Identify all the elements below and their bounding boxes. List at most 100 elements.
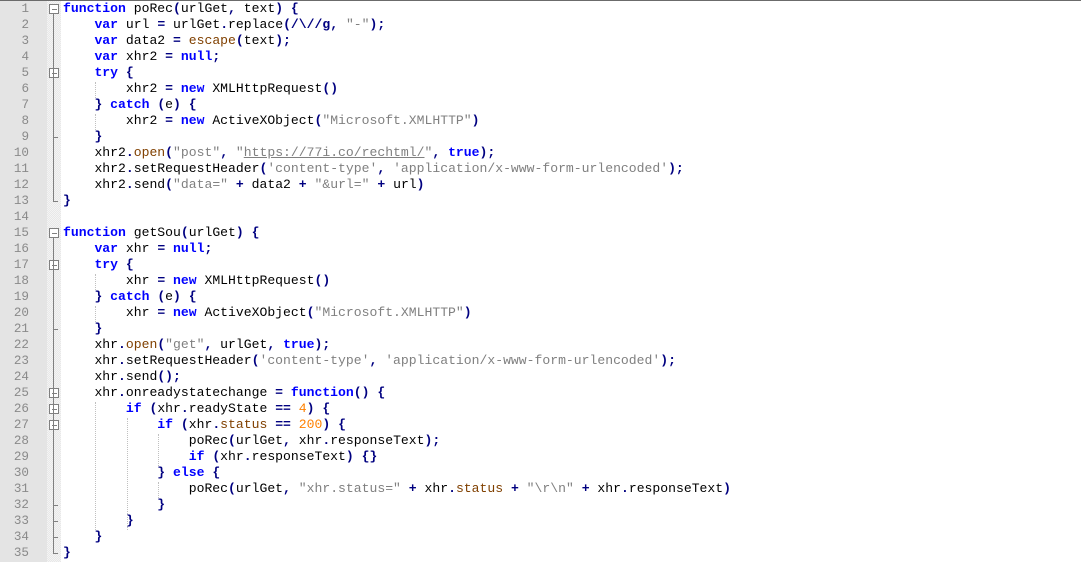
string-token: "data=" <box>173 177 229 192</box>
identifier-token <box>307 177 315 192</box>
code-line[interactable]: 27 if (xhr.status == 200) { <box>0 417 1081 433</box>
fold-line <box>53 14 54 202</box>
code-line[interactable]: 9 } <box>0 129 1081 145</box>
code-text: } <box>63 129 102 145</box>
code-text: function getSou(urlGet) { <box>63 225 259 241</box>
code-text: xhr.open("get", urlGet, true); <box>63 337 330 353</box>
operator-token: ) <box>173 289 181 304</box>
identifier-token: readyState <box>188 401 276 416</box>
line-number: 3 <box>21 34 29 48</box>
operator-token: , <box>283 433 291 448</box>
keyword-token: var <box>94 33 119 48</box>
line-number: 34 <box>13 530 29 544</box>
code-line[interactable]: 12 xhr2.send("data=" + data2 + "&url=" +… <box>0 177 1081 193</box>
code-line[interactable]: 5 try { <box>0 65 1081 81</box>
identifier-token: text <box>235 1 276 16</box>
code-line[interactable]: 6 xhr2 = new XMLHttpRequest() <box>0 81 1081 97</box>
method-token: escape <box>188 33 236 48</box>
line-number: 18 <box>13 274 29 288</box>
operator-token: ( <box>212 449 221 464</box>
code-line[interactable]: 34 } <box>0 529 1081 545</box>
code-line[interactable]: 20 xhr = new ActiveXObject("Microsoft.XM… <box>0 305 1081 321</box>
operator-token: } <box>94 321 103 336</box>
code-line[interactable]: 28 poRec(urlGet, xhr.responseText); <box>0 433 1081 449</box>
identifier-token <box>173 49 181 64</box>
keyword-token: new <box>173 305 197 320</box>
indent-guide <box>95 274 97 290</box>
identifier-token: ActiveXObject <box>196 305 307 320</box>
line-number: 29 <box>13 450 29 464</box>
keyword-token: null <box>173 241 205 256</box>
keyword-token: catch <box>110 97 150 112</box>
line-number: 10 <box>13 146 29 160</box>
identifier-token: urlGet <box>165 17 221 32</box>
code-line[interactable]: 4 var xhr2 = null; <box>0 49 1081 65</box>
code-line[interactable]: 11 xhr2.setRequestHeader('content-type',… <box>0 161 1081 177</box>
code-line[interactable]: 14 <box>0 209 1081 225</box>
code-line[interactable]: 29 if (xhr.responseText) {} <box>0 449 1081 465</box>
code-text: poRec(urlGet, "xhr.status=" + xhr.status… <box>63 481 731 497</box>
line-number: 30 <box>13 466 29 480</box>
string-token: 'content-type' <box>259 353 370 368</box>
identifier-token: poRec <box>125 1 174 16</box>
code-editor[interactable]: 1 function poRec(urlGet, text) {2 var url… <box>0 1 1081 562</box>
code-line[interactable]: 31 poRec(urlGet, "xhr.status=" + xhr.sta… <box>0 481 1081 497</box>
operator-token: { <box>125 65 134 80</box>
code-line[interactable]: 33 } <box>0 513 1081 529</box>
identifier-token <box>173 81 181 96</box>
method-token: open <box>133 145 166 160</box>
method-token: status <box>220 417 268 432</box>
code-line[interactable]: 19 } catch (e) { <box>0 289 1081 305</box>
code-line[interactable]: 15 function getSou(urlGet) { <box>0 225 1081 241</box>
code-line[interactable]: 23 xhr.setRequestHeader('content-type', … <box>0 353 1081 369</box>
code-line[interactable]: 16 var xhr = null; <box>0 241 1081 257</box>
identifier-token: urlGet <box>212 337 268 352</box>
code-line[interactable]: 8 xhr2 = new ActiveXObject("Microsoft.XM… <box>0 113 1081 129</box>
url-link[interactable]: https://77i.co/rechtml/ <box>244 145 425 160</box>
identifier-token: xhr2 <box>125 113 166 128</box>
keyword-token: new <box>180 81 205 96</box>
identifier-token <box>165 273 173 288</box>
line-number: 5 <box>21 66 29 80</box>
string-token: "-" <box>345 17 370 32</box>
code-line[interactable]: 24 xhr.send(); <box>0 369 1081 385</box>
code-line[interactable]: 3 var data2 = escape(text); <box>0 33 1081 49</box>
operator-token: . <box>125 177 134 192</box>
code-text: } catch (e) { <box>63 97 196 113</box>
keyword-token: function <box>290 385 354 400</box>
identifier-token <box>275 337 283 352</box>
code-line[interactable]: 7 } catch (e) { <box>0 97 1081 113</box>
identifier-token: responseText <box>628 481 724 496</box>
string-token: "Microsoft.XMLHTTP" <box>314 305 464 320</box>
indent-guide <box>158 482 160 498</box>
code-line[interactable]: 18 xhr = new XMLHttpRequest() <box>0 273 1081 289</box>
code-line[interactable]: 26 if (xhr.readyState == 4) { <box>0 401 1081 417</box>
code-line[interactable]: 1 function poRec(urlGet, text) { <box>0 1 1081 17</box>
identifier-token: xhr <box>188 417 213 432</box>
code-line[interactable]: 21 } <box>0 321 1081 337</box>
line-number: 32 <box>13 498 29 512</box>
line-number: 13 <box>13 194 29 208</box>
code-line[interactable]: 25 xhr.onreadystatechange = function() { <box>0 385 1081 401</box>
code-text: } <box>63 321 102 337</box>
code-line[interactable]: 30 } else { <box>0 465 1081 481</box>
operator-token: ( <box>235 33 244 48</box>
identifier-token: setRequestHeader <box>125 353 252 368</box>
code-text: function poRec(urlGet, text) { <box>63 1 299 17</box>
method-token: open <box>125 337 158 352</box>
operator-token: { <box>212 465 221 480</box>
code-line[interactable]: 32 } <box>0 497 1081 513</box>
number-token: 200 <box>298 417 323 432</box>
operator-token: ( <box>165 177 174 192</box>
code-line[interactable]: 17 try { <box>0 257 1081 273</box>
code-line[interactable]: 22 xhr.open("get", urlGet, true); <box>0 337 1081 353</box>
code-line[interactable]: 13} <box>0 193 1081 209</box>
identifier-token: url <box>118 17 158 32</box>
code-text: var data2 = escape(text); <box>63 33 290 49</box>
indent-guide <box>126 418 128 530</box>
code-line[interactable]: 35} <box>0 545 1081 561</box>
operator-token: { <box>322 401 331 416</box>
number-token: 4 <box>298 401 307 416</box>
code-line[interactable]: 2 var url = urlGet.replace(/\//g, "-"); <box>0 17 1081 33</box>
code-line[interactable]: 10 xhr2.open("post", "https://77i.co/rec… <box>0 145 1081 161</box>
